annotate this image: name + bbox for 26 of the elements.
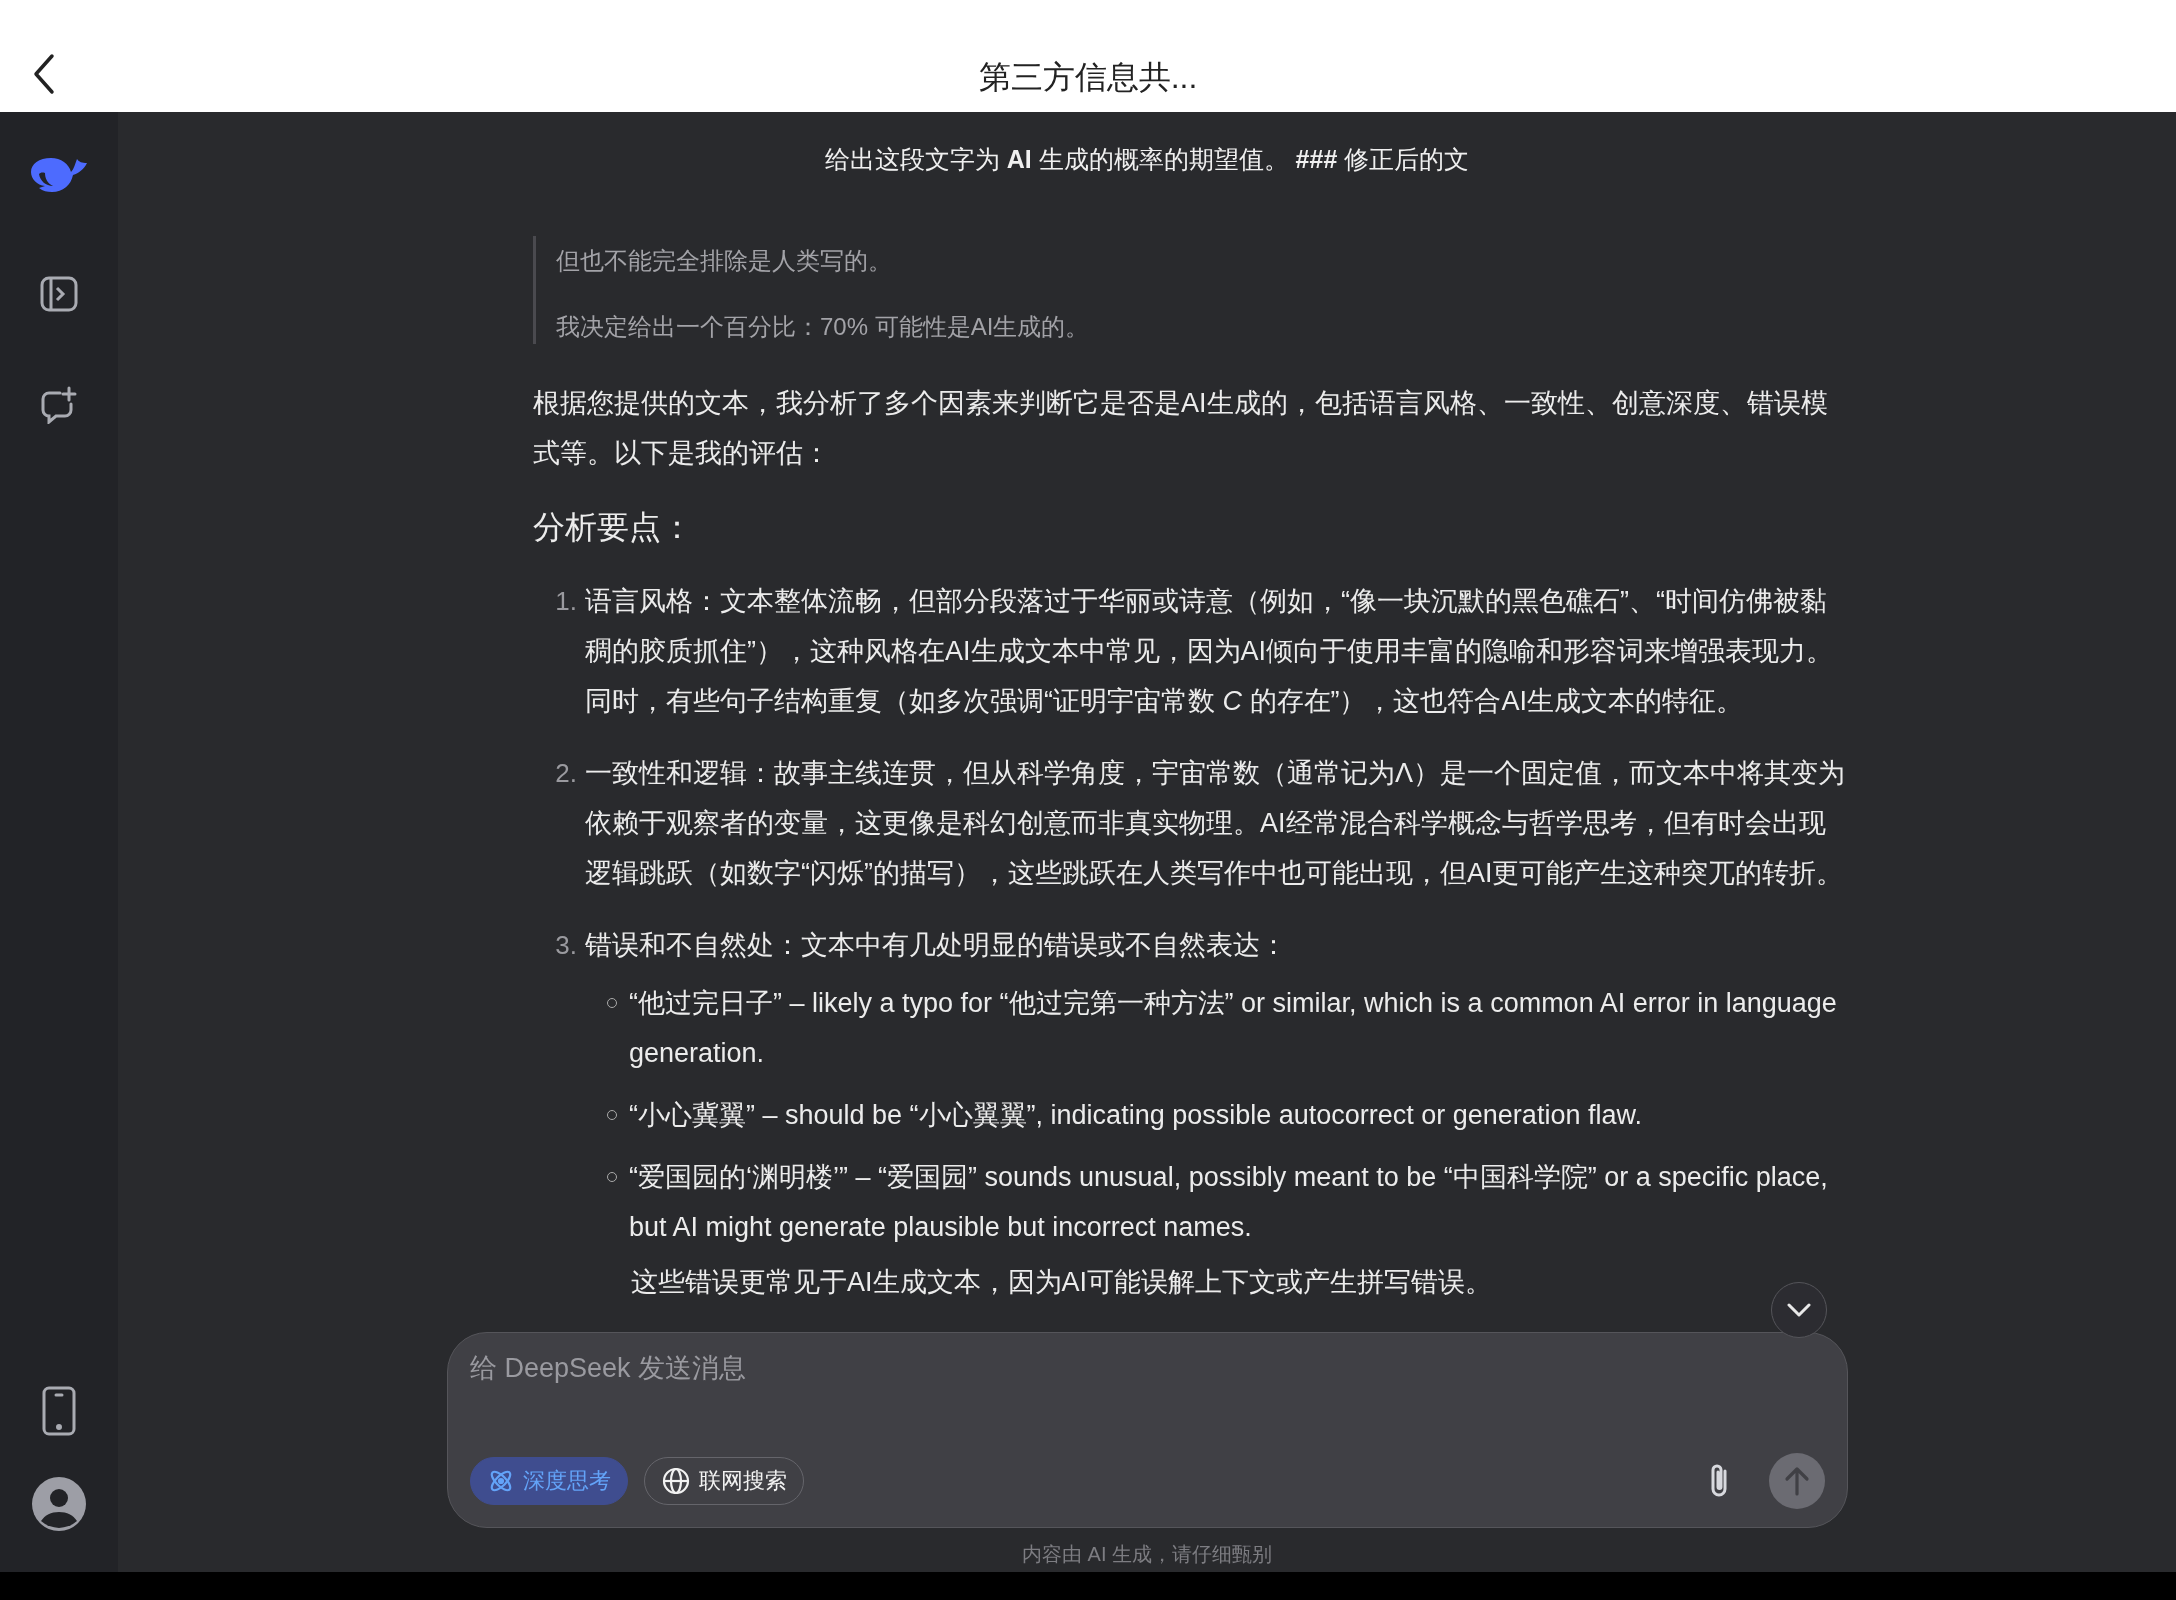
globe-icon [661,1466,691,1496]
new-chat-icon[interactable] [40,386,78,424]
bullet-text: “他过完日子” – likely a typo for “他过完第一种方法” or similar, which is a common AI error in language generation. [629,987,1838,1070]
list-number: 3. [554,929,577,962]
bullet-text: “爱国园的‘渊明楼’” – “爱国园” sounds unusual, possibly meant to be “中国科学院” or a specific place, but AI might generate plausible but incorrect names. [629,1161,1829,1244]
note-text: 这些错误更常见于AI生成文本，因为AI可能误解上下文或产生拼写错误。 [630,1266,1493,1299]
paragraph: 根据您提供的文本，我分析了多个因素来判断它是否是AI生成的，包括语言风格、一致性、创意深度、错误模式等。以下是我的评估： [533,387,1829,470]
section-heading: 分析要点： [533,508,694,547]
bullet-text: “小心冀翼” – should be “小心翼翼”, indicating possible autocorrect or generation flaw. [629,1099,1642,1132]
chevron-down-icon [1787,1303,1811,1317]
list-number: 1. [554,585,577,618]
quote-line: 我决定给出一个百分比：70% 可能性是AI生成的。 [556,312,1091,342]
list-item-text: 语言风格：文本整体流畅，但部分段落过于华丽或诗意（例如，“像一块沉默的黑色礁石”、“时间仿佛被黏稠的胶质抓住”），这种风格在AI生成文本中常见，因为AI倾向于使用丰富的隐喻和形容词来增强表现力。同时，有些句子结构重复（如多次强调“证明宇宙常数 C 的存在”），这也符合AI生成文本的特征。 [585,585,1834,718]
window-title: 第三方信息共... [978,58,1198,97]
scroll-down-button[interactable] [1771,1282,1827,1338]
disclaimer-text: 内容由 AI 生成，请仔细甄别 [1021,1542,1273,1567]
quote-line: 但也不能完全排除是人类写的。 [556,246,893,276]
arrow-up-icon [1784,1466,1810,1496]
chat-title: 给出这段文字为 AI 生成的概率的期望值。 ### 修正后的文 [823,144,1471,175]
list-number: 2. [554,757,577,790]
list-item-text: 错误和不自然处：文本中有几处明显的错误或不自然表达： [585,929,1288,962]
list-item-text: 一致性和逻辑：故事主线连贯，但从科学角度，宇宙常数（通常记为Λ）是一个固定值，而文本中将其变为依赖于观察者的变量，这更像是科幻创意而非真实物理。AI经常混合科学概念与哲学思考，但有时会出现逻辑跳跃（如数字“闪烁”的描写），这些跳跃在人类写作中也可能出现，但AI更可能产生这种突兀的转折。 [585,757,1847,890]
avatar-icon[interactable] [31,1476,87,1532]
phone-icon[interactable] [42,1386,76,1436]
message-input[interactable]: 给 DeepSeek 发送消息 [470,1353,1825,1384]
sidebar-panel-icon[interactable] [40,276,78,312]
